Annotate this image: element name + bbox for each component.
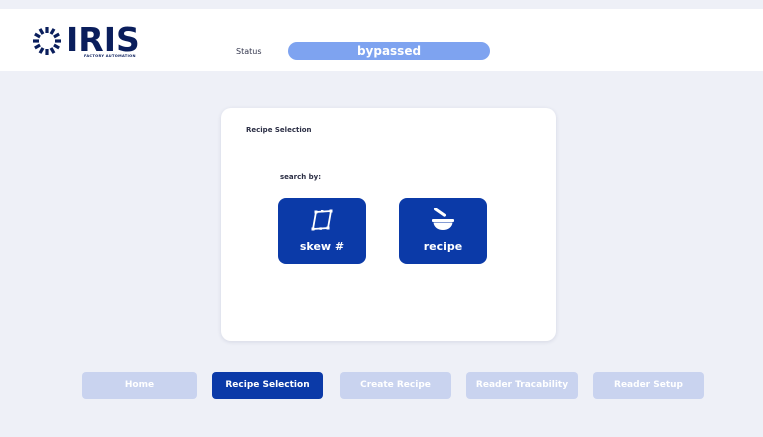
card-title: Recipe Selection [246,126,312,134]
logo-subtitle: FACTORY AUTOMATION [84,54,136,58]
recipe-button-label: recipe [423,240,463,253]
top-header: IRIS FACTORY AUTOMATION Status bypassed [0,9,763,71]
status-badge: bypassed [288,42,490,60]
skew-crop-icon [311,209,333,231]
iris-logo-icon [33,27,61,55]
nav-reader-tracability-button[interactable]: Reader Tracability [466,372,578,399]
logo-wordmark: IRIS [66,20,140,59]
nav-home-button[interactable]: Home [82,372,197,399]
recipe-selection-card: Recipe Selection search by: skew # recip… [221,108,556,341]
nav-create-recipe-button[interactable]: Create Recipe [340,372,451,399]
mortar-pestle-icon [432,208,454,230]
search-by-recipe-button[interactable]: recipe [399,198,487,264]
search-by-skew-button[interactable]: skew # [278,198,366,264]
status-label: Status [236,47,262,56]
nav-reader-setup-button[interactable]: Reader Setup [593,372,704,399]
search-by-label: search by: [280,173,322,181]
nav-recipe-selection-button[interactable]: Recipe Selection [212,372,323,399]
skew-button-label: skew # [299,240,345,253]
iris-logo: IRIS FACTORY AUTOMATION [32,22,142,66]
